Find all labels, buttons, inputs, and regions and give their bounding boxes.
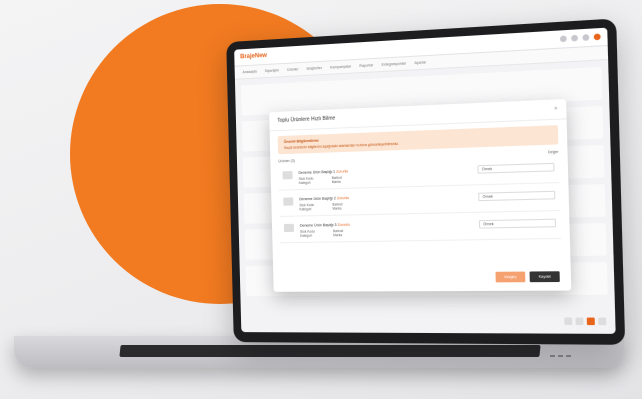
page-button[interactable] bbox=[564, 317, 572, 325]
required-tag: Zorunlu bbox=[336, 169, 348, 173]
pagination bbox=[564, 317, 606, 325]
list-header-left: Ürünler (3) bbox=[278, 159, 295, 164]
help-icon[interactable] bbox=[582, 34, 589, 41]
nav-item[interactable]: Entegrasyonlar bbox=[381, 61, 406, 66]
product-info: Deneme Ürün Başlığı 2 Zorunlu Stok Kodu K… bbox=[299, 193, 472, 212]
meta-label: Marka bbox=[332, 180, 342, 184]
value-input[interactable]: Örnek bbox=[478, 191, 555, 201]
product-row: Deneme Ürün Başlığı 1 Zorunlu Stok Kodu K… bbox=[278, 158, 559, 190]
nav-item[interactable]: Kampanyalar bbox=[330, 64, 351, 69]
value-input[interactable]: Örnek bbox=[477, 163, 554, 174]
page-button[interactable] bbox=[575, 318, 583, 326]
product-row: Deneme Ürün Başlığı 3 Zorunlu Stok Kodu K… bbox=[280, 214, 561, 243]
product-info: Deneme Ürün Başlığı 1 Zorunlu Stok Kodu K… bbox=[298, 165, 471, 185]
product-thumbnail bbox=[284, 224, 294, 232]
product-meta: Stok Kodu Kategori Barkod Marka bbox=[299, 199, 472, 211]
product-row: Deneme Ürün Başlığı 2 Zorunlu Stok Kodu K… bbox=[279, 186, 560, 217]
nav-item[interactable]: Müşteriler bbox=[306, 66, 322, 71]
nav-item[interactable]: Ayarlar bbox=[414, 60, 426, 65]
meta-label: Kategori bbox=[300, 234, 315, 238]
settings-icon[interactable] bbox=[571, 35, 578, 42]
modal-footer: Vazgeç Kaydet bbox=[495, 271, 560, 282]
required-tag: Zorunlu bbox=[338, 223, 350, 227]
laptop-screen-bezel: BrajeNew Anasayfa Siparişler Ürünler Müş… bbox=[226, 18, 625, 344]
info-alert: Önemli Bilgilendirme Seçili ürünlerin bi… bbox=[278, 125, 559, 154]
page-button-active[interactable] bbox=[587, 318, 595, 326]
meta-label: Marka bbox=[332, 206, 342, 210]
port bbox=[566, 355, 571, 357]
port bbox=[558, 355, 563, 357]
product-meta: Stok Kodu Kategori Barkod Marka bbox=[300, 227, 473, 238]
meta-label: Kategori bbox=[299, 181, 314, 185]
nav-item[interactable]: Anasayfa bbox=[242, 70, 256, 75]
product-info: Deneme Ürün Başlığı 3 Zorunlu Stok Kodu K… bbox=[300, 220, 473, 238]
laptop-keyboard bbox=[119, 345, 540, 357]
app-logo[interactable]: BrajeNew bbox=[240, 53, 267, 61]
product-title-text: Deneme Ürün Başlığı 2 bbox=[299, 196, 336, 201]
bulk-edit-modal: Toplu Ürünlere Hızlı Bilme × Önemli Bilg… bbox=[269, 99, 571, 292]
page-button[interactable] bbox=[598, 318, 606, 326]
product-thumbnail bbox=[283, 197, 293, 205]
product-title-text: Deneme Ürün Başlığı 3 bbox=[300, 223, 337, 228]
modal-title: Toplu Ürünlere Hızlı Bilme bbox=[277, 115, 335, 124]
nav-item[interactable]: Siparişler bbox=[265, 68, 280, 73]
app-screen: BrajeNew Anasayfa Siparişler Ürünler Müş… bbox=[234, 28, 616, 334]
list-header-right: Değer bbox=[548, 150, 559, 155]
close-icon[interactable]: × bbox=[554, 106, 557, 113]
topbar-icons bbox=[560, 33, 601, 42]
value-input[interactable]: Örnek bbox=[479, 219, 556, 229]
product-title-text: Deneme Ürün Başlığı 1 bbox=[298, 170, 335, 175]
meta-label: Marka bbox=[333, 233, 343, 237]
laptop-ports bbox=[550, 355, 571, 357]
avatar[interactable] bbox=[594, 33, 601, 40]
required-tag: Zorunlu bbox=[337, 196, 349, 200]
cancel-button[interactable]: Vazgeç bbox=[495, 272, 525, 283]
port bbox=[550, 355, 555, 357]
notification-icon[interactable] bbox=[560, 35, 567, 42]
meta-label: Kategori bbox=[299, 207, 314, 211]
save-button[interactable]: Kaydet bbox=[530, 271, 560, 282]
product-thumbnail bbox=[283, 171, 293, 179]
nav-item[interactable]: Raporlar bbox=[359, 63, 373, 68]
nav-item[interactable]: Ürünler bbox=[287, 67, 299, 72]
